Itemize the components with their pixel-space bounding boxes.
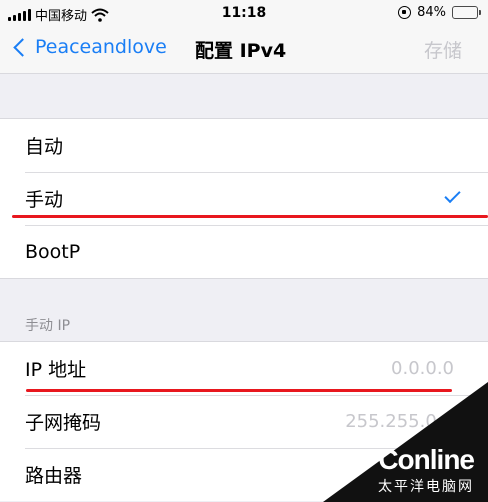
chevron-left-icon — [13, 37, 32, 57]
annotation-underline-manual — [12, 215, 488, 218]
battery-icon — [452, 6, 481, 19]
field-label: 路由器 — [25, 465, 83, 487]
status-bar: 中国移动 11:18 84% — [0, 0, 488, 28]
option-label: BootP — [25, 240, 81, 263]
back-button[interactable]: Peaceandlove — [12, 36, 167, 58]
watermark-subtitle: 太平洋电脑网 — [378, 479, 474, 495]
checkmark-icon — [444, 186, 461, 204]
option-auto[interactable]: 自动 — [0, 119, 488, 172]
watermark-logo: PConline — [360, 444, 475, 475]
config-options-group: 自动 手动 BootP — [0, 118, 488, 279]
back-label: Peaceandlove — [35, 36, 167, 58]
section-header-manual-ip: 手动 IP — [25, 318, 71, 334]
orientation-lock-icon — [398, 6, 412, 19]
page-title: 配置 IPv4 — [195, 40, 287, 62]
option-bootp[interactable]: BootP — [0, 225, 488, 278]
battery-percent: 84% — [417, 5, 446, 20]
ip-address-input[interactable]: 0.0.0.0 — [391, 358, 454, 379]
option-label: 手动 — [25, 189, 64, 211]
option-label: 自动 — [25, 136, 64, 158]
field-label: 子网掩码 — [25, 412, 102, 434]
field-label: IP 地址 — [25, 359, 87, 381]
status-right: 84% — [398, 5, 481, 20]
navigation-bar: Peaceandlove 配置 IPv4 存储 — [0, 28, 488, 74]
watermark: PConline 太平洋电脑网 — [338, 436, 488, 502]
save-button[interactable]: 存储 — [424, 36, 462, 63]
